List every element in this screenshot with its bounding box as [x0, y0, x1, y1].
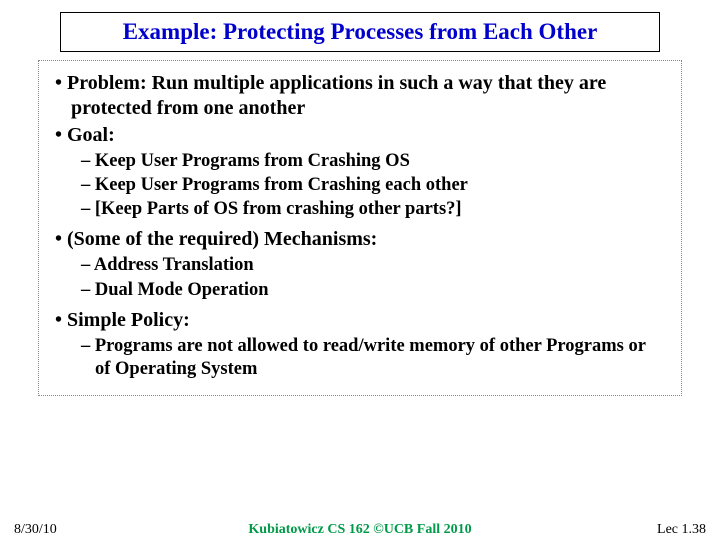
slide-title: Example: Protecting Processes from Each … — [71, 19, 649, 45]
policy-sub-0: – Programs are not allowed to read/write… — [55, 335, 665, 381]
title-box: Example: Protecting Processes from Each … — [60, 12, 660, 52]
mech-sub-0: – Address Translation — [55, 254, 665, 277]
goal-sub-2: – [Keep Parts of OS from crashing other … — [55, 198, 665, 221]
bullet-goal: • Goal: — [55, 123, 665, 148]
footer-page: Lec 1.38 — [657, 522, 706, 538]
footer-center: Kubiatowicz CS 162 ©UCB Fall 2010 — [0, 522, 720, 538]
bullet-mechanisms: • (Some of the required) Mechanisms: — [55, 227, 665, 252]
body-box: • Problem: Run multiple applications in … — [38, 60, 682, 396]
goal-sub-1: – Keep User Programs from Crashing each … — [55, 174, 665, 197]
goal-sub-0: – Keep User Programs from Crashing OS — [55, 150, 665, 173]
bullet-problem: • Problem: Run multiple applications in … — [55, 71, 665, 121]
mech-sub-1: – Dual Mode Operation — [55, 279, 665, 302]
bullet-policy: • Simple Policy: — [55, 308, 665, 333]
